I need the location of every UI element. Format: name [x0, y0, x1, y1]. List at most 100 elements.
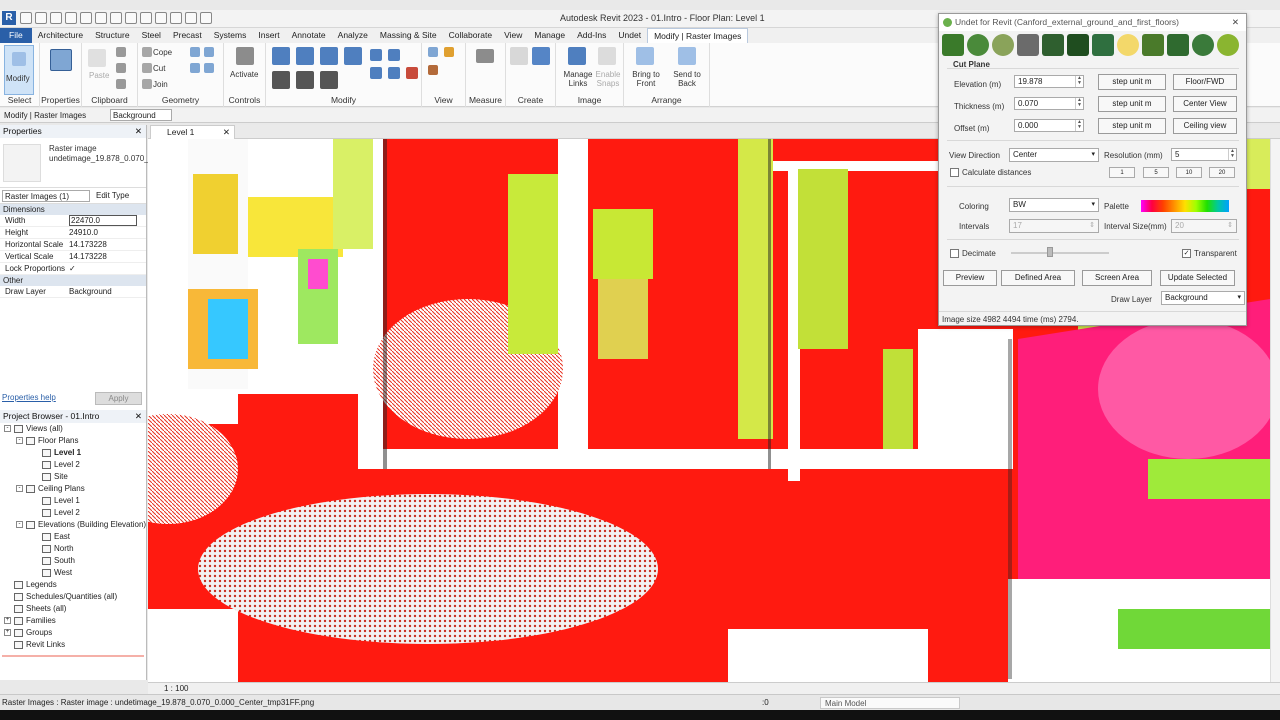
view-scale[interactable]: 1 : 100: [164, 684, 188, 693]
coloring-select[interactable]: BW ▾: [1009, 198, 1099, 212]
resolution-5-button[interactable]: 5: [1143, 167, 1169, 178]
floor-fwd-button[interactable]: Floor/FWD: [1173, 74, 1237, 90]
paint-icon[interactable]: [204, 63, 214, 73]
copy-icon[interactable]: [116, 63, 126, 73]
activate-label[interactable]: Activate: [230, 70, 258, 79]
tab-add-ins[interactable]: Add-Ins: [571, 28, 612, 43]
box-icon[interactable]: [1092, 34, 1114, 56]
align-icon[interactable]: [272, 47, 290, 65]
resolution-20-button[interactable]: 20: [1209, 167, 1235, 178]
tab-undet[interactable]: Undet: [612, 28, 647, 43]
browser-node[interactable]: South: [0, 555, 146, 567]
calculate-distances-checkbox[interactable]: [950, 168, 959, 177]
redo-icon[interactable]: [80, 12, 92, 24]
edit-type-button[interactable]: Edit Type: [96, 191, 129, 200]
browser-node[interactable]: East: [0, 531, 146, 543]
category-other[interactable]: Other: [0, 275, 146, 286]
move-icon[interactable]: [272, 71, 290, 89]
tree-icon[interactable]: [1167, 34, 1189, 56]
close-icon[interactable]: ✕: [1232, 14, 1239, 31]
create-parts-icon[interactable]: [532, 47, 550, 65]
override-icon[interactable]: [444, 47, 454, 57]
sync-icon[interactable]: [50, 12, 62, 24]
tab-structure[interactable]: Structure: [89, 28, 136, 43]
section-icon[interactable]: [170, 12, 182, 24]
intervals-input[interactable]: 17 ⇕: [1009, 219, 1099, 233]
enable-snaps-icon[interactable]: [598, 47, 616, 65]
undo-icon[interactable]: [65, 12, 77, 24]
cut-label[interactable]: Cut: [153, 64, 165, 73]
browser-node[interactable]: Level 2: [0, 507, 146, 519]
layer-icon[interactable]: [1067, 34, 1089, 56]
vertical-scrollbar[interactable]: [1270, 139, 1280, 682]
resolution-10-button[interactable]: 10: [1176, 167, 1202, 178]
send-to-back-icon[interactable]: [678, 47, 696, 65]
cut-icon[interactable]: [142, 63, 152, 73]
browser-node[interactable]: - Ceiling Plans: [0, 483, 146, 495]
spinner-icon[interactable]: ▲ ▼: [1075, 120, 1083, 131]
center-view-button[interactable]: Center View: [1173, 96, 1237, 112]
mirror-draw-icon[interactable]: [344, 47, 362, 65]
remove-icon[interactable]: [992, 34, 1014, 56]
group-label-select[interactable]: Select: [0, 95, 39, 105]
match-icon[interactable]: [116, 79, 126, 89]
browser-node[interactable]: Schedules/Quantities (all): [0, 591, 146, 603]
link-icon[interactable]: [967, 34, 989, 56]
browser-node[interactable]: - Views (all): [0, 423, 146, 435]
tab-manage[interactable]: Manage: [528, 28, 571, 43]
width-input[interactable]: 22470.0: [69, 215, 137, 226]
tab-insert[interactable]: Insert: [252, 28, 285, 43]
copy-element-icon[interactable]: [296, 71, 314, 89]
modify-button[interactable]: Modify: [4, 45, 34, 95]
offset-icon[interactable]: [296, 47, 314, 65]
cut-clip-icon[interactable]: [116, 47, 126, 57]
model-selector[interactable]: Main Model: [820, 697, 960, 709]
cube-icon[interactable]: [1142, 34, 1164, 56]
decimate-checkbox[interactable]: [950, 249, 959, 258]
join-label[interactable]: Join: [153, 80, 168, 89]
collapse-icon[interactable]: -: [4, 425, 11, 432]
browser-node[interactable]: + Families: [0, 615, 146, 627]
tab-architecture[interactable]: Architecture: [32, 28, 89, 43]
step-offset-button[interactable]: step unit m: [1098, 118, 1166, 134]
layer-select[interactable]: Background: [110, 109, 172, 121]
interval-size-input[interactable]: 20 ⇕: [1171, 219, 1237, 233]
mirror-axis-icon[interactable]: [320, 47, 338, 65]
array-icon[interactable]: [370, 67, 382, 79]
rotate-icon[interactable]: [320, 71, 338, 89]
thickness-input[interactable]: 0.070 ▲ ▼: [1014, 97, 1084, 110]
apply-button[interactable]: Apply: [95, 392, 142, 405]
hide-icon[interactable]: [428, 47, 438, 57]
browser-node[interactable]: - Floor Plans: [0, 435, 146, 447]
browser-node[interactable]: North: [0, 543, 146, 555]
decimate-slider-handle[interactable]: [1047, 247, 1053, 257]
measure-tool-icon[interactable]: [476, 49, 494, 63]
properties-icon[interactable]: [50, 49, 72, 71]
step-thickness-button[interactable]: step unit m: [1098, 96, 1166, 112]
draw-layer-select[interactable]: Background ▾: [1161, 291, 1245, 305]
close-icon[interactable]: ✕: [223, 126, 230, 139]
collapse-icon[interactable]: -: [16, 521, 23, 528]
browser-node[interactable]: West: [0, 567, 146, 579]
offset-input[interactable]: 0.000 ▲ ▼: [1014, 119, 1084, 132]
3d-view-icon[interactable]: [155, 12, 167, 24]
view-direction-select[interactable]: Center ▾: [1009, 148, 1099, 162]
browser-node[interactable]: Legends: [0, 579, 146, 591]
tab-systems[interactable]: Systems: [208, 28, 253, 43]
settings-tools-icon[interactable]: [1017, 34, 1039, 56]
enable-snaps-label[interactable]: Enable Snaps: [594, 70, 622, 88]
trim-icon[interactable]: [388, 49, 400, 61]
linework-icon[interactable]: [428, 65, 438, 75]
elevation-input[interactable]: 19.878 ▲ ▼: [1014, 75, 1084, 88]
expand-icon[interactable]: +: [4, 617, 11, 624]
gear-icon[interactable]: [1217, 34, 1239, 56]
draw-layer-value[interactable]: Background: [69, 286, 137, 298]
scale-icon[interactable]: [388, 67, 400, 79]
join-icon[interactable]: [142, 79, 152, 89]
expand-icon[interactable]: +: [4, 629, 11, 636]
paste-icon[interactable]: [88, 49, 106, 67]
close-icon[interactable]: ✕: [135, 410, 142, 423]
lock-proportions-checkbox[interactable]: ✓: [69, 263, 137, 275]
tab-precast[interactable]: Precast: [167, 28, 208, 43]
palette-gradient[interactable]: [1141, 200, 1229, 212]
